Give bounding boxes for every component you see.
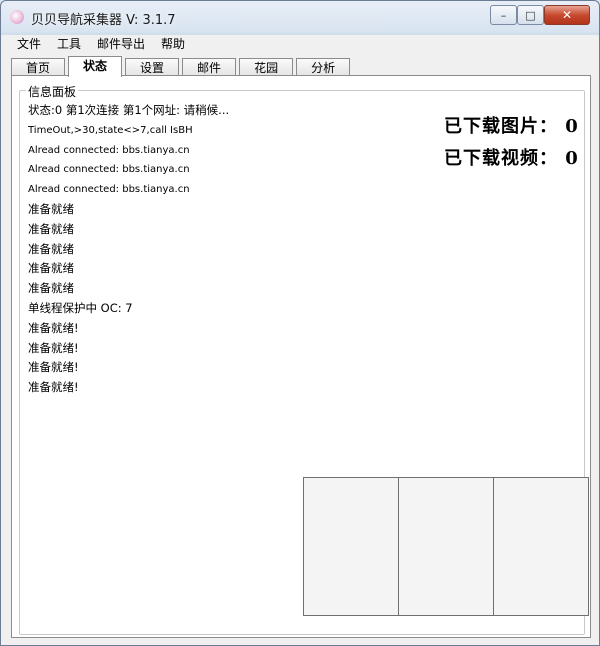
status-log: 状态:0 第1次连接 第1个网址: 请稍候... TimeOut,>30,sta…: [28, 101, 428, 398]
menu-tools[interactable]: 工具: [49, 35, 89, 53]
log-line: 准备就绪: [28, 281, 74, 296]
minimize-button[interactable]: –: [490, 5, 517, 25]
tab-status[interactable]: 状态: [68, 56, 123, 77]
log-line: 单线程保护中 OC: 7: [28, 300, 133, 315]
info-panel-title: 信息面板: [26, 83, 79, 100]
menu-help[interactable]: 帮助: [153, 35, 193, 53]
menu-file[interactable]: 文件: [1, 35, 49, 53]
log-line: 准备就绪!: [28, 320, 79, 335]
log-line: 准备就绪!: [28, 380, 79, 395]
maximize-button[interactable]: □: [517, 5, 544, 25]
tab-strip: 首页 状态 设置 邮件 花园 分析: [11, 56, 353, 77]
app-icon: [10, 10, 24, 24]
close-button[interactable]: ✕: [544, 5, 590, 25]
status-tab-panel: 信息面板 状态:0 第1次连接 第1个网址: 请稍候... TimeOut,>3…: [11, 75, 591, 638]
log-line: 准备就绪!: [28, 360, 79, 375]
menu-bar: 文件 工具 邮件导出 帮助: [1, 35, 599, 53]
log-line: 状态:0 第1次连接 第1个网址: 请稍候...: [28, 103, 230, 117]
log-line: 准备就绪: [28, 221, 74, 236]
images-downloaded-label: 已下载图片： 0: [444, 116, 579, 137]
menu-mail-export[interactable]: 邮件导出: [89, 35, 153, 53]
log-line: 准备就绪!: [28, 340, 79, 355]
info-panel: 信息面板 状态:0 第1次连接 第1个网址: 请稍候... TimeOut,>3…: [19, 83, 589, 635]
videos-downloaded-label: 已下载视频： 0: [444, 148, 579, 169]
title-bar[interactable]: 贝贝导航采集器 V: 3.1.7 – □ ✕: [1, 1, 599, 33]
download-stats: 已下载图片： 0 已下载视频： 0: [444, 111, 584, 175]
log-line: 准备就绪: [28, 241, 74, 256]
log-line: 准备就绪: [28, 261, 74, 276]
thumbnail-slot[interactable]: [303, 477, 398, 616]
thumbnail-slot[interactable]: [398, 477, 493, 616]
thumbnail-strip: [303, 477, 589, 616]
log-line: TimeOut,>30,state<>7,call IsBH: [28, 124, 193, 136]
thumbnail-slot[interactable]: [493, 477, 589, 616]
log-line: 准备就绪: [28, 201, 74, 216]
window-title: 贝贝导航采集器 V: 3.1.7: [31, 13, 176, 28]
log-line: Alread connected: bbs.tianya.cn: [28, 164, 190, 176]
app-window: 贝贝导航采集器 V: 3.1.7 – □ ✕ 文件 工具 邮件导出 帮助 首页 …: [0, 0, 600, 646]
log-line: Alread connected: bbs.tianya.cn: [28, 184, 190, 196]
log-line: Alread connected: bbs.tianya.cn: [28, 144, 190, 156]
